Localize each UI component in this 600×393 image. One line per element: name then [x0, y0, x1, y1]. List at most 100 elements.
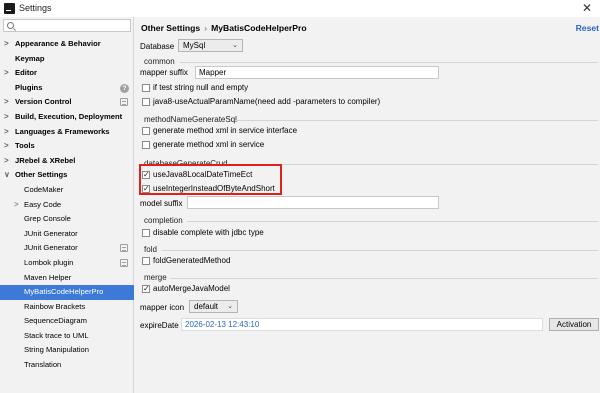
model-suffix-field[interactable] — [187, 196, 439, 209]
main-panel: Other Settings › MyBatisCodeHelperPro Rese… — [135, 17, 600, 393]
mapper-icon-select[interactable]: default ⌄ — [189, 300, 238, 313]
window-title: Settings — [19, 3, 52, 13]
sidebar-item[interactable]: Maven Helper — [0, 271, 134, 286]
group-divider — [170, 278, 598, 279]
sidebar-item[interactable]: Rainbow Brackets — [0, 300, 134, 315]
reset-link[interactable]: Reset — [576, 23, 599, 33]
sidebar-item-label: Keymap — [15, 53, 45, 63]
chevron-down-icon[interactable]: ∨ — [4, 168, 10, 183]
project-icon — [120, 244, 128, 253]
sidebar-item[interactable]: Translation — [0, 358, 134, 373]
checkbox-label: java8-useActualParamName(need add -param… — [153, 97, 381, 106]
group-title-fold: fold — [144, 245, 157, 254]
sidebar-item[interactable]: CodeMaker — [0, 183, 134, 198]
sidebar-item-label: SequenceDiagram — [24, 316, 87, 326]
checkbox[interactable] — [142, 229, 150, 237]
search-input[interactable] — [3, 19, 131, 32]
sidebar-item-label: Version Control — [15, 97, 72, 107]
sidebar-item-label: Easy Code — [24, 199, 62, 209]
chevron-right-icon[interactable]: > — [4, 154, 9, 169]
checkbox-label: generate method xml in service interface — [153, 126, 298, 135]
database-select[interactable]: MySql ⌄ — [178, 39, 243, 52]
sidebar-item[interactable]: Plugins? — [0, 81, 134, 96]
sidebar-item[interactable]: Keymap — [0, 52, 134, 67]
mapper-icon-value: default — [194, 302, 219, 311]
checkbox-label: autoMergeJavaModel — [153, 284, 230, 293]
chevron-right-icon[interactable]: > — [4, 110, 9, 125]
group-divider — [227, 164, 598, 165]
model-suffix-label: model suffix — [140, 199, 183, 208]
project-icon — [120, 258, 128, 267]
mapper-icon-label: mapper icon — [140, 303, 185, 312]
settings-sidebar: > Appearance & Behavior Keymap > Editor Plugi… — [0, 17, 134, 393]
settings-tree: > Appearance & Behavior Keymap > Editor Plugi… — [0, 37, 134, 373]
breadcrumb-separator: › — [204, 23, 208, 33]
checkbox[interactable] — [142, 127, 150, 135]
sidebar-item[interactable]: > Tools — [0, 139, 134, 154]
checkbox-label: if test string null and empty — [153, 83, 249, 92]
sidebar-item[interactable]: > Languages & Frameworks — [0, 125, 134, 140]
sidebar-item-label: Editor — [15, 68, 37, 78]
chevron-right-icon[interactable]: > — [14, 198, 19, 213]
checkbox-label: generate method xml in service — [153, 140, 265, 149]
sidebar-item[interactable]: String Manipulation — [0, 343, 134, 358]
group-title-completion: completion — [144, 216, 183, 225]
sidebar-item-label: String Manipulation — [24, 345, 90, 355]
close-icon[interactable]: ✕ — [582, 1, 592, 15]
expire-date-field: 2026-02-13 12:43:10 — [181, 318, 543, 331]
chevron-right-icon[interactable]: > — [4, 139, 9, 154]
sidebar-item[interactable]: JUnit Generator — [0, 241, 134, 256]
sidebar-item-label: JRebel & XRebel — [15, 155, 76, 165]
chevron-right-icon[interactable]: > — [4, 125, 9, 140]
sidebar-item[interactable]: Lombok plugin — [0, 256, 134, 271]
sidebar-item[interactable]: ∨ Other Settings — [0, 168, 134, 183]
sidebar-item-label: Other Settings — [15, 170, 68, 180]
help-icon: ? — [120, 83, 129, 93]
group-title-method: methodNameGenerateSql — [144, 115, 237, 124]
breadcrumb-item: MyBatisCodeHelperPro — [211, 23, 307, 33]
sidebar-item[interactable]: > Appearance & Behavior — [0, 37, 134, 52]
sidebar-item[interactable]: Grep Console — [0, 212, 134, 227]
sidebar-item-label: Grep Console — [24, 214, 71, 224]
sidebar-item-label: JUnit Generator — [24, 243, 78, 253]
checkbox[interactable] — [142, 257, 150, 265]
chevron-down-icon: ⌄ — [227, 303, 233, 310]
sidebar-item-label: Maven Helper — [24, 272, 72, 282]
project-icon — [120, 98, 128, 107]
expire-date-label: expireDate — [140, 321, 179, 330]
checkbox[interactable] — [142, 283, 150, 295]
sidebar-item[interactable]: SequenceDiagram — [0, 314, 134, 329]
group-divider — [162, 250, 598, 251]
sidebar-item[interactable]: > Editor — [0, 66, 134, 81]
mapper-suffix-field[interactable]: Mapper — [195, 66, 439, 79]
sidebar-item-label: Build, Execution, Deployment — [15, 111, 123, 121]
checkbox-label: disable complete with jdbc type — [153, 228, 264, 237]
sidebar-item[interactable]: Stack trace to UML — [0, 329, 134, 344]
chevron-right-icon[interactable]: > — [4, 66, 9, 81]
sidebar-item-label: Languages & Frameworks — [15, 126, 110, 136]
sidebar-item[interactable]: > Build, Execution, Deployment — [0, 110, 134, 125]
title-bar: Settings ✕ — [0, 0, 600, 17]
sidebar-item[interactable]: MyBatisCodeHelperPro — [0, 285, 134, 300]
sidebar-item[interactable]: > Version Control — [0, 95, 134, 110]
chevron-right-icon[interactable]: > — [4, 95, 9, 110]
highlight-box — [139, 164, 282, 195]
sidebar-item-label: Appearance & Behavior — [15, 39, 101, 48]
sidebar-item[interactable]: > Easy Code — [0, 198, 134, 213]
sidebar-item-label: Plugins — [15, 82, 43, 92]
activation-button[interactable]: Activation — [549, 318, 599, 331]
chevron-right-icon[interactable]: > — [4, 37, 9, 52]
chevron-down-icon: ⌄ — [232, 42, 238, 49]
app-icon — [4, 3, 15, 14]
checkbox[interactable] — [142, 84, 150, 92]
sidebar-item[interactable]: > JRebel & XRebel — [0, 154, 134, 169]
sidebar-item-label: Tools — [15, 141, 35, 151]
sidebar-item-label: JUnit Generator — [24, 228, 78, 238]
sidebar-item-label: MyBatisCodeHelperPro — [24, 287, 104, 297]
checkbox[interactable] — [142, 141, 150, 149]
sidebar-item[interactable]: JUnit Generator — [0, 227, 134, 242]
mapper-suffix-label: mapper suffix — [140, 68, 188, 77]
group-title-common: common — [144, 57, 175, 66]
checkbox[interactable] — [142, 98, 150, 106]
sidebar-item-label: Translation — [24, 360, 62, 370]
